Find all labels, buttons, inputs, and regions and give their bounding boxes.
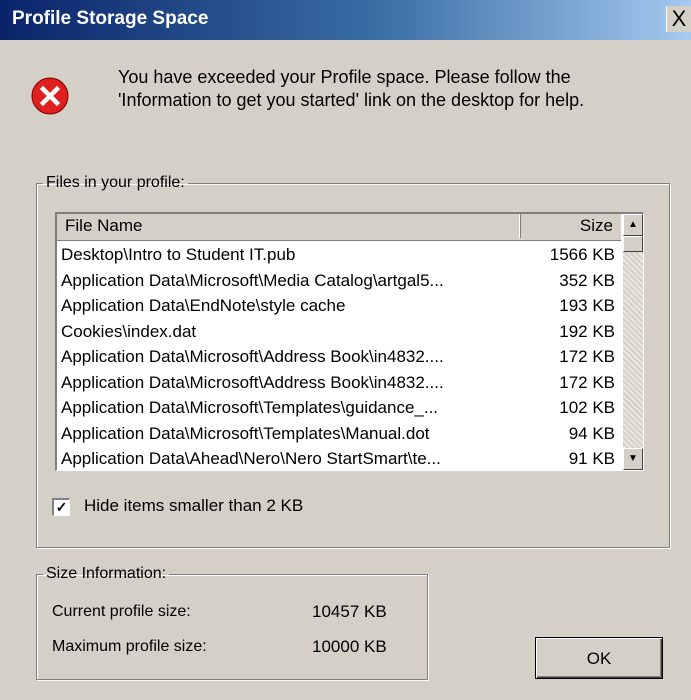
table-row[interactable]: Application Data\Microsoft\Address Book\… [57,370,621,396]
column-header-size[interactable]: Size [521,214,619,238]
file-name-cell: Application Data\Ahead\Nero\Nero StartSm… [61,449,441,468]
scroll-thumb[interactable] [623,236,643,252]
error-message-line-2: 'Information to get you started' link on… [118,90,585,110]
size-info-groupbox: Size Information: [36,565,428,680]
close-icon[interactable]: X [666,6,691,32]
file-size-cell: 172 KB [559,372,615,392]
table-row[interactable]: Application Data\EndNote\style cache 193… [57,293,621,319]
max-size-value: 10000 KB [312,637,387,656]
title-bar: Profile Storage Space X [0,0,691,40]
files-group-legend: Files in your profile: [46,174,185,191]
list-header: File Name Size [57,214,621,241]
file-rows: Desktop\Intro to Student IT.pub 1566 KB … [57,242,621,470]
table-row[interactable]: Application Data\Ahead\Nero\Nero StartSm… [57,446,621,470]
column-header-file-name[interactable]: File Name [57,214,521,238]
file-name-cell: Desktop\Intro to Student IT.pub [61,245,296,264]
table-row[interactable]: Cookies\index.dat 192 KB [57,319,621,345]
scroll-up-arrow-icon[interactable]: ▲ [623,214,643,236]
file-name-cell: Application Data\Microsoft\Templates\gui… [61,398,439,417]
size-info-legend: Size Information: [46,565,167,582]
table-row[interactable]: Application Data\Microsoft\Address Book\… [57,344,621,370]
file-size-cell: 1566 KB [549,245,615,264]
file-size-cell: 193 KB [559,296,615,315]
file-name-cell: Cookies\index.dat [61,321,197,341]
error-message-line-1: You have exceeded your Profile space. Pl… [118,67,571,87]
file-list[interactable]: File Name Size Desktop\Intro to Student … [55,212,644,471]
table-row[interactable]: Application Data\Microsoft\Templates\gui… [57,395,621,421]
file-size-cell: 172 KB [559,347,615,366]
vertical-scrollbar[interactable]: ▲ ▼ [623,214,643,470]
file-size-cell: 94 KB [568,423,615,443]
file-name-cell: Application Data\Microsoft\Templates\Man… [61,423,430,443]
window-title: Profile Storage Space [12,8,209,29]
file-size-cell: 102 KB [559,398,615,417]
file-name-cell: Application Data\Microsoft\Address Book\… [61,347,444,366]
error-message: You have exceeded your Profile space. Pl… [118,66,638,112]
file-name-cell: Application Data\Microsoft\Address Book\… [61,372,444,392]
table-row[interactable]: Application Data\Microsoft\Templates\Man… [57,421,621,447]
current-size-value: 10457 KB [312,602,387,621]
checkmark-icon: ✓ [55,499,68,515]
hide-small-items-checkbox[interactable]: ✓ [52,498,70,516]
file-size-cell: 352 KB [559,270,615,290]
ok-button[interactable]: OK [535,637,663,679]
file-size-cell: 91 KB [568,449,615,468]
table-row[interactable]: Application Data\Microsoft\Media Catalog… [57,268,621,294]
file-name-cell: Application Data\Microsoft\Media Catalog… [61,270,444,290]
current-size-label: Current profile size: [52,603,191,620]
table-row[interactable]: Desktop\Intro to Student IT.pub 1566 KB [57,242,621,268]
max-size-label: Maximum profile size: [52,638,207,655]
error-icon [31,77,69,115]
scroll-down-arrow-icon[interactable]: ▼ [623,448,643,470]
file-name-cell: Application Data\EndNote\style cache [61,296,346,315]
file-size-cell: 192 KB [559,321,615,341]
hide-small-items-label[interactable]: Hide items smaller than 2 KB [84,496,303,516]
